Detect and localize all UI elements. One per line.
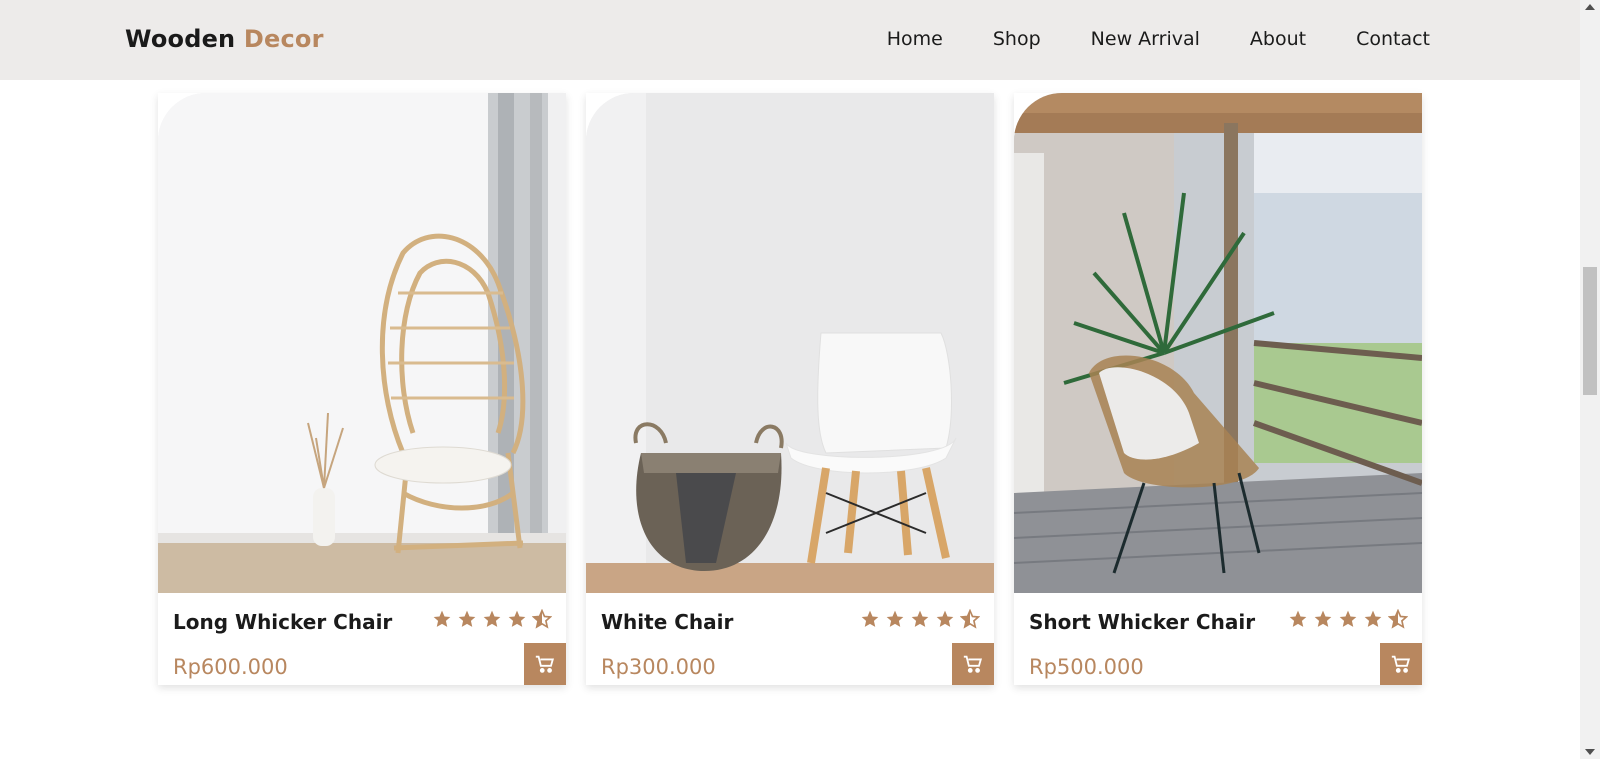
half-star-icon <box>531 608 553 629</box>
rating-stars <box>860 608 981 629</box>
logo-main: Wooden <box>125 25 236 53</box>
page: Wooden Decor Home Shop New Arrival About… <box>0 0 1600 759</box>
star-icon <box>885 609 905 629</box>
nav-contact[interactable]: Contact <box>1356 28 1430 50</box>
half-star-icon <box>959 608 981 629</box>
cart-icon <box>535 655 555 673</box>
nav-home[interactable]: Home <box>887 28 943 50</box>
star-icon <box>482 609 502 629</box>
star-icon <box>935 609 955 629</box>
add-to-cart-button[interactable] <box>524 643 566 685</box>
product-price: Rp600.000 <box>173 655 288 679</box>
star-icon <box>507 609 527 629</box>
product-price: Rp300.000 <box>601 655 716 679</box>
nav-new-arrival[interactable]: New Arrival <box>1091 28 1200 50</box>
scroll-down-icon[interactable] <box>1585 749 1595 755</box>
star-icon <box>1288 609 1308 629</box>
product-card[interactable]: Long Whicker Chair Rp600.000 <box>158 93 566 685</box>
product-price: Rp500.000 <box>1029 655 1144 679</box>
product-image-porch-chair-with-plants[interactable] <box>1014 93 1422 593</box>
star-icon <box>1313 609 1333 629</box>
star-icon <box>860 609 880 629</box>
cart-icon <box>1391 655 1411 673</box>
site-header: Wooden Decor Home Shop New Arrival About… <box>0 0 1580 80</box>
product-name: Short Whicker Chair <box>1029 610 1256 634</box>
product-image-rattan-egg-chair[interactable] <box>158 93 566 593</box>
star-icon <box>1363 609 1383 629</box>
logo[interactable]: Wooden Decor <box>125 25 324 53</box>
star-icon <box>432 609 452 629</box>
half-star-icon <box>1387 608 1409 629</box>
cart-icon <box>963 655 983 673</box>
product-image-white-chair-and-basket[interactable] <box>586 93 994 593</box>
scroll-up-icon[interactable] <box>1585 4 1595 10</box>
product-name: White Chair <box>601 610 734 634</box>
product-card[interactable]: White Chair Rp300.000 <box>586 93 994 685</box>
nav-about[interactable]: About <box>1250 28 1306 50</box>
product-name: Long Whicker Chair <box>173 610 393 634</box>
rating-stars <box>432 608 553 629</box>
add-to-cart-button[interactable] <box>952 643 994 685</box>
star-icon <box>457 609 477 629</box>
logo-accent: Decor <box>243 25 324 53</box>
nav-shop[interactable]: Shop <box>993 28 1041 50</box>
add-to-cart-button[interactable] <box>1380 643 1422 685</box>
rating-stars <box>1288 608 1409 629</box>
page-scrollbar[interactable] <box>1580 0 1600 759</box>
scrollbar-thumb[interactable] <box>1583 267 1597 395</box>
product-card[interactable]: Short Whicker Chair Rp500.000 <box>1014 93 1422 685</box>
star-icon <box>910 609 930 629</box>
main-nav: Home Shop New Arrival About Contact <box>837 28 1430 50</box>
product-grid: Long Whicker Chair Rp600.000 White Chair… <box>158 93 1422 685</box>
star-icon <box>1338 609 1358 629</box>
